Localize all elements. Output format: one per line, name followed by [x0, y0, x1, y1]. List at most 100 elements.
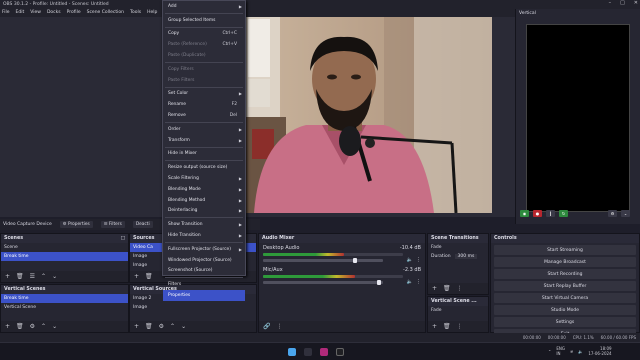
vertical-stream-button[interactable]: ◉	[520, 210, 529, 217]
vertical-record-button[interactable]: ●	[533, 210, 542, 217]
video-capture-preview[interactable]	[246, 17, 492, 213]
taskbar-app-icon[interactable]	[320, 348, 328, 356]
link-icon[interactable]: 🔗	[263, 323, 270, 330]
control-button-start-recording[interactable]: Start Recording	[494, 269, 636, 279]
kebab-menu-icon[interactable]: ⋮	[416, 257, 421, 263]
context-menu-item[interactable]: Remove Del	[163, 110, 245, 121]
context-menu-item[interactable]: Order ▶	[163, 124, 245, 135]
context-menu-item[interactable]: Resize output (source size)	[163, 162, 245, 173]
filter-icon[interactable]: ☰	[30, 273, 35, 280]
speaker-icon[interactable]: 🔈	[407, 257, 413, 263]
menu-file[interactable]: File	[2, 10, 10, 15]
trash-icon[interactable]: 🗑	[443, 285, 451, 292]
taskbar-app-icon[interactable]	[304, 348, 312, 356]
clock[interactable]: 18:09 17-06-2024	[588, 346, 611, 356]
transition-select[interactable]: Fade	[428, 243, 488, 252]
context-menu-item[interactable]: Add ▶	[163, 1, 245, 12]
close-icon[interactable]: ✕	[634, 0, 638, 6]
add-icon[interactable]: +	[5, 273, 10, 280]
add-icon[interactable]: +	[5, 323, 10, 330]
deactivate-button[interactable]: Deacti	[132, 221, 153, 228]
volume-fader[interactable]	[263, 258, 383, 263]
trash-icon[interactable]: 🗑	[443, 323, 451, 330]
move-down-icon[interactable]: ⌄	[52, 273, 57, 280]
context-menu-item[interactable]: Scale Filtering ▶	[163, 173, 245, 184]
kebab-menu-icon[interactable]: ⋮	[457, 323, 463, 330]
move-up-icon[interactable]: ⌃	[41, 273, 46, 280]
vertical-settings-button[interactable]: ⚙	[608, 210, 617, 217]
add-icon[interactable]: +	[134, 273, 139, 280]
context-menu-item[interactable]: Paste (Reference) Ctrl+V	[163, 39, 245, 50]
fader-handle[interactable]	[377, 280, 381, 285]
volume-fader[interactable]	[263, 280, 383, 285]
move-up-icon[interactable]: ⌃	[170, 323, 175, 330]
control-button-settings[interactable]: Settings	[494, 317, 636, 327]
kebab-menu-icon[interactable]: ⋮	[457, 285, 463, 292]
trash-icon[interactable]: 🗑	[16, 273, 24, 280]
duration-input[interactable]: 300 ms	[454, 254, 478, 259]
context-menu-item[interactable]: Group Selected Items	[163, 15, 245, 26]
wifi-icon[interactable]: ≇	[570, 349, 573, 354]
context-menu-item[interactable]: Rename F2	[163, 99, 245, 110]
add-icon[interactable]: +	[134, 323, 139, 330]
vertical-transition-select[interactable]: Fade	[428, 306, 488, 315]
context-menu-item[interactable]: Fullscreen Projector (Source) ▶	[163, 244, 245, 255]
vertical-scene-item[interactable]: Vertical Scene	[1, 303, 128, 312]
vertical-scene-item[interactable]: Break time	[1, 294, 128, 303]
move-down-icon[interactable]: ⌄	[52, 323, 57, 330]
context-menu-item[interactable]: Paste Filters	[163, 75, 245, 86]
speaker-icon[interactable]: 🔈	[407, 279, 413, 285]
menu-docks[interactable]: Docks	[47, 10, 61, 15]
scene-item[interactable]: Scene	[1, 243, 128, 252]
scene-item[interactable]: Break time	[1, 252, 128, 261]
control-button-studio-mode[interactable]: Studio Mode	[494, 305, 636, 315]
context-menu-item[interactable]: Properties	[163, 290, 245, 301]
context-menu-item[interactable]: Blending Method ▶	[163, 195, 245, 206]
context-menu-item[interactable]: Filters	[163, 279, 245, 290]
menu-view[interactable]: View	[30, 10, 41, 15]
move-up-icon[interactable]: ⌃	[41, 323, 46, 330]
context-menu-item[interactable]: Transform ▶	[163, 135, 245, 146]
maximize-icon[interactable]: □	[620, 0, 625, 6]
control-button-start-replay-buffer[interactable]: Start Replay Buffer	[494, 281, 636, 291]
move-down-icon[interactable]: ⌄	[181, 323, 186, 330]
context-menu-item[interactable]: Set Color ▶	[163, 89, 245, 100]
context-menu-item[interactable]: Deinterlacing ▶	[163, 206, 245, 217]
menu-help[interactable]: Help	[147, 10, 157, 15]
start-icon[interactable]	[288, 348, 296, 356]
context-menu-item[interactable]: Blending Mode ▶	[163, 184, 245, 195]
vertical-pause-button[interactable]: ‖	[546, 210, 555, 217]
gear-icon[interactable]: ⚙	[30, 323, 35, 330]
context-menu-item[interactable]: Copy Ctrl+C	[163, 29, 245, 40]
minimize-icon[interactable]: –	[609, 0, 612, 6]
menu-edit[interactable]: Edit	[16, 10, 25, 15]
menu-scene-collection[interactable]: Scene Collection	[87, 10, 124, 15]
context-menu-item[interactable]: Windowed Projector (Source)	[163, 255, 245, 266]
control-button-start-streaming[interactable]: Start Streaming	[494, 245, 636, 255]
trash-icon[interactable]: 🗑	[16, 323, 24, 330]
chevron-up-icon[interactable]: ⌃	[548, 349, 551, 354]
filters-button[interactable]: ☰ Filters	[100, 221, 125, 228]
gear-icon[interactable]: ⚙	[159, 323, 164, 330]
dock-menu-icon[interactable]: □	[120, 236, 125, 241]
context-menu-item[interactable]: Show Transition ▶	[163, 219, 245, 230]
obs-icon[interactable]	[336, 348, 344, 356]
vertical-preview[interactable]	[526, 24, 630, 212]
menu-tools[interactable]: Tools	[130, 10, 141, 15]
menu-profile[interactable]: Profile	[67, 10, 81, 15]
trash-icon[interactable]: 🗑	[145, 323, 153, 330]
control-button-manage-broadcast[interactable]: Manage Broadcast	[494, 257, 636, 267]
context-menu-item[interactable]: Paste (Duplicate)	[163, 50, 245, 61]
context-menu-item[interactable]: Copy Filters	[163, 64, 245, 75]
context-menu-item[interactable]: Screenshot (Source)	[163, 266, 245, 277]
context-menu-item[interactable]: Hide in Mixer	[163, 149, 245, 160]
control-button-start-virtual-camera[interactable]: Start Virtual Camera	[494, 293, 636, 303]
kebab-menu-icon[interactable]: ⋮	[276, 323, 282, 330]
vertical-replay-button[interactable]: ↻	[559, 210, 568, 217]
vertical-collapse-button[interactable]: ⌄	[621, 210, 630, 217]
vertical-source-item[interactable]: Image	[130, 303, 256, 312]
trash-icon[interactable]: 🗑	[145, 273, 153, 280]
fader-handle[interactable]	[353, 258, 357, 263]
kebab-menu-icon[interactable]: ⋮	[416, 279, 421, 285]
context-menu-item[interactable]: Hide Transition ▶	[163, 230, 245, 241]
